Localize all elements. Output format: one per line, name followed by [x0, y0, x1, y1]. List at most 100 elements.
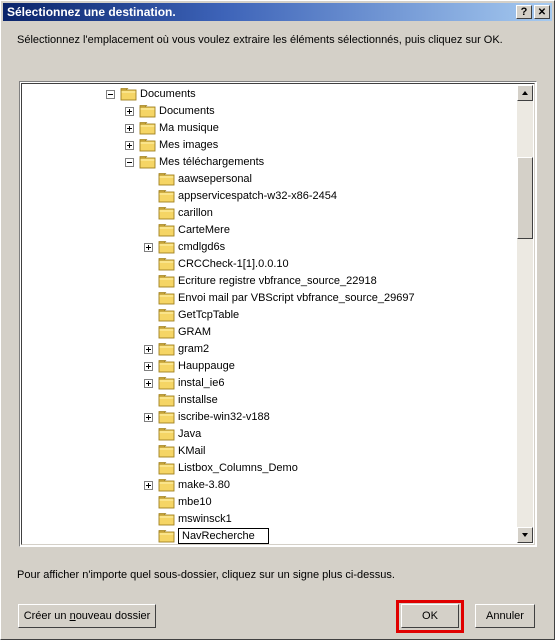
tree-item-label: appservicespatch-w32-x86-2454 — [178, 190, 337, 202]
folder-icon — [158, 427, 175, 441]
ok-highlight-frame — [396, 600, 464, 633]
folder-icon — [158, 257, 175, 271]
tree-item-label: CRCCheck-1[1].0.0.10 — [178, 258, 289, 270]
tree-item[interactable]: make-3.80 — [22, 477, 502, 494]
tree-item[interactable]: Java — [22, 426, 502, 443]
window-title: Sélectionnez une destination. — [7, 5, 176, 19]
rename-field[interactable]: NavRecherche — [178, 528, 269, 544]
tree-item[interactable]: Hauppauge — [22, 358, 502, 375]
folder-icon — [158, 495, 175, 509]
folder-icon — [158, 206, 175, 220]
folder-icon — [139, 138, 156, 152]
tree-item[interactable]: NavRecherche — [22, 528, 502, 544]
expand-plus-icon[interactable] — [144, 413, 153, 422]
tree-item[interactable]: installse — [22, 392, 502, 409]
tree-item[interactable]: gram2 — [22, 341, 502, 358]
tree-item[interactable]: cmdlgd6s — [22, 239, 502, 256]
tree-item-label: gram2 — [178, 343, 210, 355]
help-button[interactable]: ? — [516, 5, 532, 19]
tree-item-label: installse — [178, 394, 218, 406]
vertical-scrollbar[interactable] — [517, 85, 533, 543]
folder-icon — [158, 223, 175, 237]
tree-item-label: GRAM — [178, 326, 211, 338]
tree-item-label: aawsepersonal — [178, 173, 252, 185]
expand-plus-icon[interactable] — [144, 379, 153, 388]
dialog-window: Sélectionnez une destination. ? ✕ Sélect… — [0, 0, 555, 640]
tree-item[interactable]: KMail — [22, 443, 502, 460]
collapse-minus-icon[interactable] — [106, 90, 115, 99]
tree-item[interactable]: instal_ie6 — [22, 375, 502, 392]
close-button[interactable]: ✕ — [534, 5, 550, 19]
folder-icon — [120, 87, 137, 101]
tree-item[interactable]: carillon — [22, 205, 502, 222]
tree-item[interactable]: appservicespatch-w32-x86-2454 — [22, 188, 502, 205]
tree-item[interactable]: GetTcpTable — [22, 307, 502, 324]
tree-item[interactable]: Listbox_Columns_Demo — [22, 460, 502, 477]
folder-tree[interactable]: NavRecherche mswinsck1 mbe10 make-3.80 Listb… — [19, 81, 537, 547]
scroll-down-button[interactable] — [517, 527, 533, 543]
title-bar[interactable]: Sélectionnez une destination. ? ✕ — [3, 3, 552, 21]
tree-item-label: Mes téléchargements — [159, 156, 265, 168]
tree-item-label: CarteMere — [178, 224, 230, 236]
tree-item-label: GetTcpTable — [178, 309, 240, 321]
tree-item[interactable]: Ecriture registre vbfrance_source_22918 — [22, 273, 502, 290]
folder-icon — [158, 359, 175, 373]
collapse-minus-icon[interactable] — [125, 158, 134, 167]
folder-icon — [158, 172, 175, 186]
instruction-text: Sélectionnez l'emplacement où vous voule… — [17, 34, 503, 46]
folder-icon — [158, 478, 175, 492]
tree-item[interactable]: Envoi mail par VBScript vbfrance_source_… — [22, 290, 502, 307]
folder-icon — [158, 512, 175, 526]
folder-icon — [139, 104, 156, 118]
close-icon: ✕ — [537, 7, 547, 18]
expand-plus-icon[interactable] — [144, 243, 153, 252]
tree-item-label: Java — [178, 428, 202, 440]
tree-item-label: make-3.80 — [178, 479, 230, 491]
folder-icon — [158, 325, 175, 339]
expand-plus-icon[interactable] — [144, 345, 153, 354]
tree-item-label: Listbox_Columns_Demo — [178, 462, 298, 474]
tree-item[interactable]: Documents — [22, 103, 502, 120]
tree-item-label: Ecriture registre vbfrance_source_22918 — [178, 275, 377, 287]
cancel-button[interactable]: Annuler — [475, 604, 535, 628]
expand-plus-icon[interactable] — [144, 362, 153, 371]
arrow-up-icon — [522, 91, 528, 95]
tree-item[interactable]: mswinsck1 — [22, 511, 502, 528]
tree-item[interactable]: aawsepersonal — [22, 171, 502, 188]
expand-plus-icon[interactable] — [125, 141, 134, 150]
folder-icon — [158, 308, 175, 322]
arrow-down-icon — [522, 533, 528, 537]
new-folder-button[interactable]: Créer un nouveau dossier — [18, 604, 156, 628]
tree-item-label: Envoi mail par VBScript vbfrance_source_… — [178, 292, 415, 304]
tree-item[interactable]: Documents — [22, 86, 502, 103]
tree-item[interactable]: iscribe-win32-v188 — [22, 409, 502, 426]
tree-item-label: cmdlgd6s — [178, 241, 226, 253]
expand-plus-icon[interactable] — [125, 124, 134, 133]
tree-item-label: iscribe-win32-v188 — [178, 411, 270, 423]
folder-icon — [158, 529, 175, 543]
folder-icon — [158, 342, 175, 356]
tree-item[interactable]: mbe10 — [22, 494, 502, 511]
expand-plus-icon[interactable] — [125, 107, 134, 116]
scroll-thumb[interactable] — [517, 157, 533, 239]
tree-item-label: carillon — [178, 207, 213, 219]
folder-icon — [158, 444, 175, 458]
tree-item[interactable]: Mes téléchargements — [22, 154, 502, 171]
tree-item[interactable]: GRAM — [22, 324, 502, 341]
tree-item[interactable]: Mes images — [22, 137, 502, 154]
hint-text: Pour afficher n'importe quel sous-dossie… — [17, 569, 395, 581]
folder-icon — [158, 393, 175, 407]
tree-item[interactable]: CarteMere — [22, 222, 502, 239]
folder-icon — [139, 121, 156, 135]
tree-item-label: Ma musique — [159, 122, 219, 134]
new-folder-label-suffix: ouveau dossier — [75, 610, 151, 622]
new-folder-label-prefix: Créer un — [23, 610, 70, 622]
tree-item-label: KMail — [178, 445, 206, 457]
tree-item-label: instal_ie6 — [178, 377, 225, 389]
tree-item[interactable]: Ma musique — [22, 120, 502, 137]
scroll-up-button[interactable] — [517, 85, 533, 101]
expand-plus-icon[interactable] — [144, 481, 153, 490]
tree-item-label: Hauppauge — [178, 360, 235, 372]
tree-item[interactable]: CRCCheck-1[1].0.0.10 — [22, 256, 502, 273]
folder-icon — [158, 291, 175, 305]
